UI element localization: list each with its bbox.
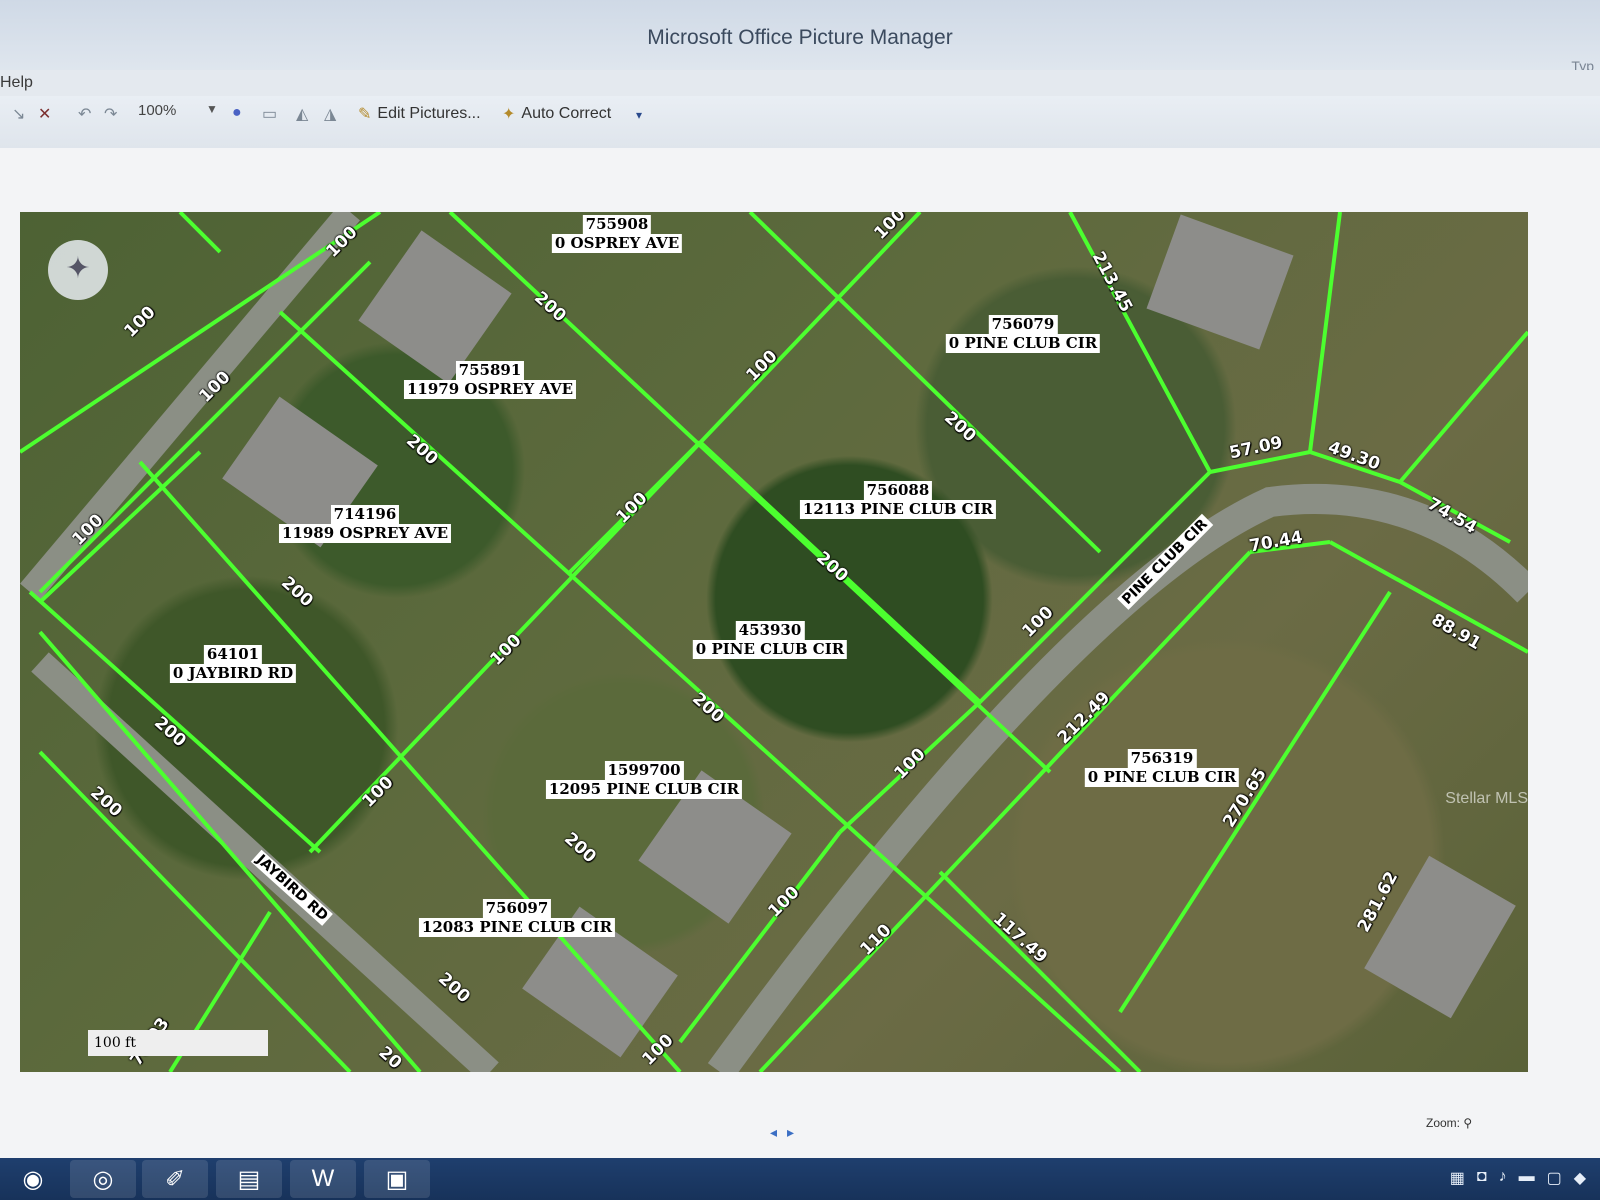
word-icon[interactable]: W xyxy=(290,1160,356,1198)
title-bar: Microsoft Office Picture Manager Typ xyxy=(0,0,1600,74)
menu-bar: Help xyxy=(0,70,1600,96)
toolbar: ↘ ✕ ↶ ↷ 100% ▼ ● ▭ ◭ ◮ ✎ Edit Pictures..… xyxy=(0,96,1600,149)
taskbar: ◉ ◎ ✐ ▤ W ▣ ▦ ◘ ♪ ▬ ▢ ◆ xyxy=(0,1158,1600,1200)
parcel-label: 755908 0 OSPREY AVE xyxy=(551,215,683,253)
edit-pictures-label: Edit Pictures... xyxy=(377,105,481,122)
fit-icon[interactable]: ▭ xyxy=(262,104,277,124)
parcel-label: 756088 12113 PINE CLUB CIR xyxy=(799,481,997,519)
auto-correct-button[interactable]: ✦ Auto Correct xyxy=(502,104,611,124)
zoom-label: Zoom: ⚲ xyxy=(1426,1116,1473,1130)
display-icon[interactable]: ▢ xyxy=(1547,1168,1562,1188)
picture-manager-icon[interactable]: ▣ xyxy=(364,1160,430,1198)
delete-icon[interactable]: ✕ xyxy=(38,104,51,124)
flip-right-icon[interactable]: ◮ xyxy=(324,104,336,124)
app-icon[interactable]: ✐ xyxy=(142,1160,208,1198)
search-icon[interactable]: ⚲ xyxy=(1463,1116,1472,1130)
picture-nav-arrows[interactable]: ◂▸ xyxy=(770,1124,804,1141)
network-icon[interactable]: ▦ xyxy=(1450,1168,1465,1188)
undo-edit-icon[interactable]: ↘ xyxy=(12,104,25,124)
system-tray: ▦ ◘ ♪ ▬ ▢ ◆ xyxy=(1450,1168,1586,1188)
tray-app-icon[interactable]: ◆ xyxy=(1574,1168,1586,1188)
watermark: Stellar MLS xyxy=(1445,790,1528,807)
parcel-map-image: ✦ 755908 0 OSPREY AVE 755891 11979 OSPREY … xyxy=(20,212,1528,1072)
parcel-label: 714196 11989 OSPREY AVE xyxy=(278,505,452,543)
rotate-left-icon[interactable]: ↶ xyxy=(78,104,91,124)
firefox-icon[interactable]: ◉ xyxy=(0,1160,66,1198)
parcel-label: 1599700 12095 PINE CLUB CIR xyxy=(545,761,743,799)
auto-correct-label: Auto Correct xyxy=(521,105,612,122)
parcel-label: 453930 0 PINE CLUB CIR xyxy=(692,621,848,659)
volume-icon[interactable]: ♪ xyxy=(1499,1168,1507,1188)
window-title: Microsoft Office Picture Manager xyxy=(647,26,953,49)
rotate-right-icon[interactable]: ↷ xyxy=(104,104,117,124)
menu-help[interactable]: Help xyxy=(0,74,33,92)
house-roof xyxy=(1146,214,1294,350)
edit-pictures-icon: ✎ xyxy=(358,106,372,123)
auto-correct-icon: ✦ xyxy=(502,106,516,123)
parcel-label: 755891 11979 OSPREY AVE xyxy=(403,361,577,399)
edit-pictures-button[interactable]: ✎ Edit Pictures... xyxy=(358,104,481,124)
toolbar-overflow-icon[interactable]: ▾ xyxy=(636,108,642,122)
flip-left-icon[interactable]: ◭ xyxy=(296,104,308,124)
folder-icon[interactable]: ▤ xyxy=(216,1160,282,1198)
notification-icon[interactable]: ◘ xyxy=(1477,1168,1487,1188)
map-scale-bar: 100 ft xyxy=(88,1030,268,1056)
parcel-label: 756097 12083 PINE CLUB CIR xyxy=(418,899,616,937)
parcel-label: 756079 0 PINE CLUB CIR xyxy=(945,315,1101,353)
parcel-label: 64101 0 JAYBIRD RD xyxy=(169,645,297,683)
parcel-label: 756319 0 PINE CLUB CIR xyxy=(1084,749,1240,787)
compass-rose: ✦ xyxy=(48,240,108,300)
battery-icon[interactable]: ▬ xyxy=(1519,1168,1535,1188)
chevron-down-icon[interactable]: ▼ xyxy=(206,102,218,116)
help-icon[interactable]: ● xyxy=(232,104,242,122)
chrome-icon[interactable]: ◎ xyxy=(70,1160,136,1198)
